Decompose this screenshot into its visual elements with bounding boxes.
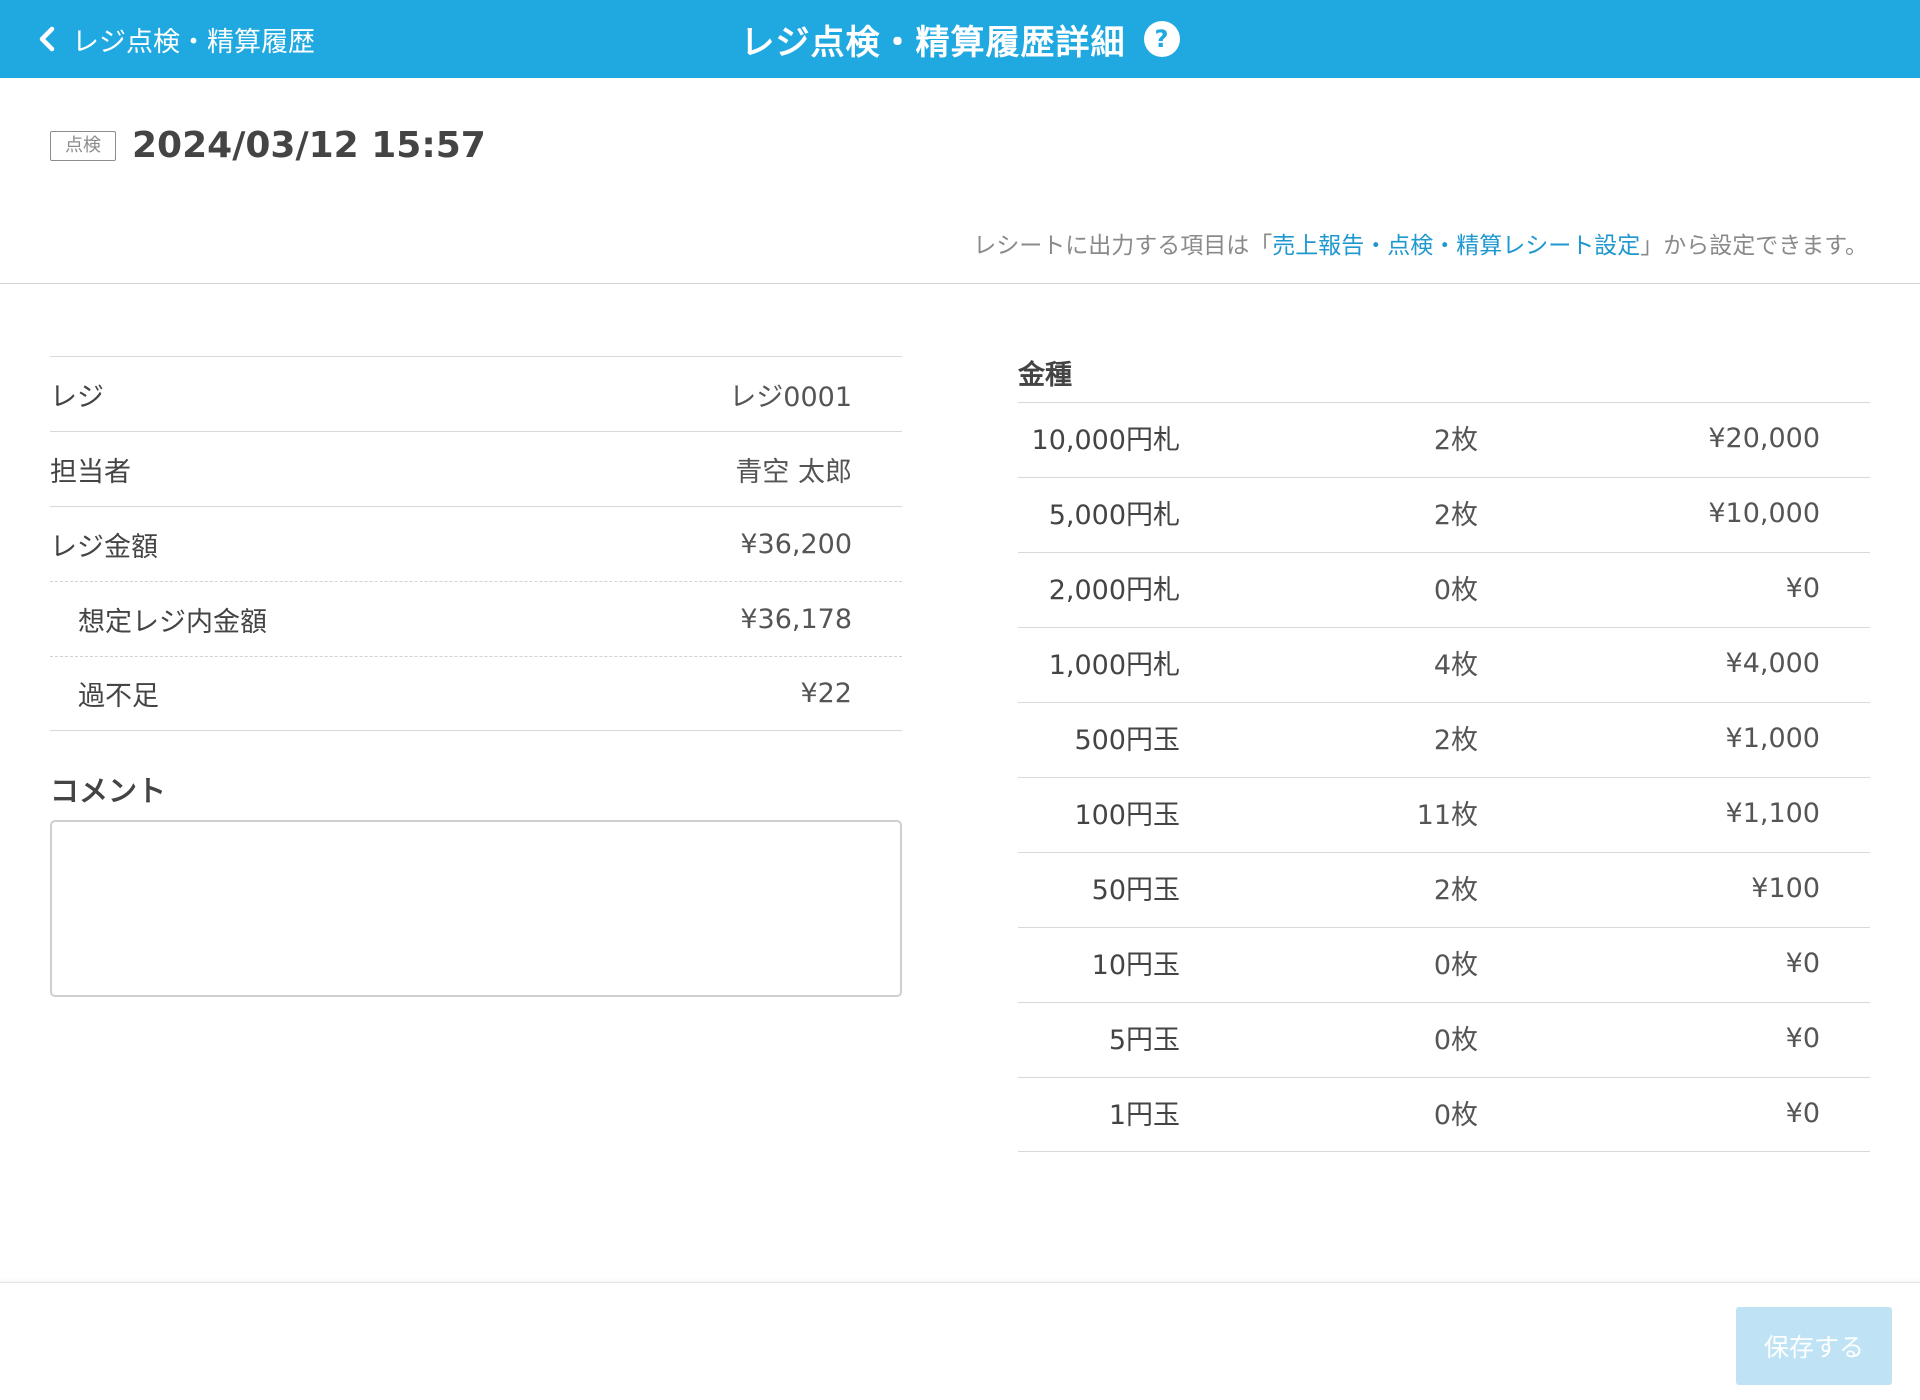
chevron-left-icon xyxy=(39,26,55,52)
info-value: ¥22 xyxy=(800,678,852,709)
denomination-amount: ¥20,000 xyxy=(1708,423,1820,454)
denomination-name: 10,000円札 xyxy=(1031,425,1180,456)
comment-input[interactable] xyxy=(50,820,902,997)
table-row: 500円玉 2枚 ¥1,000 xyxy=(1018,702,1870,777)
receipt-settings-note: レシートに出力する項目は「売上報告・点検・精算レシート設定」から設定できます。 xyxy=(973,226,1868,260)
info-value: 青空 太郎 xyxy=(735,456,852,488)
denomination-name: 1,000円札 xyxy=(1048,650,1180,681)
info-label: 過不足 xyxy=(78,681,159,712)
info-row-difference: 過不足 ¥22 xyxy=(50,656,902,731)
info-value: ¥36,200 xyxy=(740,528,852,560)
denomination-amount: ¥0 xyxy=(1785,573,1820,604)
back-link[interactable]: レジ点検・精算履歴 xyxy=(36,0,315,78)
denomination-amount: ¥10,000 xyxy=(1708,498,1820,529)
denomination-amount: ¥0 xyxy=(1785,1098,1820,1129)
denomination-count: 11枚 xyxy=(1416,800,1478,831)
denomination-amount: ¥4,000 xyxy=(1725,648,1820,679)
denomination-count: 0枚 xyxy=(1433,1025,1478,1056)
receipt-settings-link[interactable]: 売上報告・点検・精算レシート設定 xyxy=(1272,233,1640,259)
back-link-label: レジ点検・精算履歴 xyxy=(72,26,315,58)
info-row-expected-amount: 想定レジ内金額 ¥36,178 xyxy=(50,581,902,656)
denomination-count: 2枚 xyxy=(1433,875,1478,906)
receipt-note-prefix: レシートに出力する項目は「 xyxy=(973,233,1273,259)
table-row: 1円玉 0枚 ¥0 xyxy=(1018,1077,1870,1152)
comment-title: コメント xyxy=(50,774,167,808)
info-label: 想定レジ内金額 xyxy=(78,606,267,638)
info-label: レジ xyxy=(50,381,104,413)
table-row: 5円玉 0枚 ¥0 xyxy=(1018,1002,1870,1077)
denomination-amount: ¥0 xyxy=(1785,948,1820,979)
denomination-amount: ¥0 xyxy=(1785,1023,1820,1054)
denomination-count: 4枚 xyxy=(1433,650,1478,681)
denomination-name: 500円玉 xyxy=(1074,725,1180,756)
denomination-count: 0枚 xyxy=(1433,1100,1478,1131)
help-icon[interactable]: ? xyxy=(1143,21,1180,57)
denomination-name: 5円玉 xyxy=(1108,1025,1180,1056)
table-row: 10,000円札 2枚 ¥20,000 xyxy=(1018,402,1870,477)
denomination-count: 0枚 xyxy=(1433,575,1478,606)
app-root: レジ点検・精算履歴 レジ点検・精算履歴詳細 ? 点検 2024/03/12 15… xyxy=(0,0,1920,1400)
top-bar: レジ点検・精算履歴 レジ点検・精算履歴詳細 ? xyxy=(0,0,1920,78)
table-row: 2,000円札 0枚 ¥0 xyxy=(1018,552,1870,627)
receipt-note-suffix: 」から設定できます。 xyxy=(1640,233,1868,259)
denomination-count: 2枚 xyxy=(1433,425,1478,456)
record-type-badge: 点検 xyxy=(50,130,116,161)
footer-bar: 保存する xyxy=(0,1282,1920,1400)
section-divider xyxy=(0,283,1920,284)
info-row-register-amount: レジ金額 ¥36,200 xyxy=(50,506,902,581)
denomination-name: 10円玉 xyxy=(1091,950,1180,981)
register-info-table: レジ レジ0001 担当者 青空 太郎 レジ金額 ¥36,200 想定レジ内金額… xyxy=(50,356,902,731)
table-row: 100円玉 11枚 ¥1,100 xyxy=(1018,777,1870,852)
info-row-staff: 担当者 青空 太郎 xyxy=(50,431,902,506)
denomination-count: 2枚 xyxy=(1433,725,1478,756)
denomination-table: 10,000円札 2枚 ¥20,000 5,000円札 2枚 ¥10,000 2… xyxy=(1018,402,1870,1152)
info-label: レジ金額 xyxy=(50,531,158,563)
page-title: レジ点検・精算履歴詳細 xyxy=(740,22,1126,63)
denomination-count: 2枚 xyxy=(1433,500,1478,531)
table-row: 10円玉 0枚 ¥0 xyxy=(1018,927,1870,1002)
denomination-count: 0枚 xyxy=(1433,950,1478,981)
denomination-amount: ¥1,000 xyxy=(1725,723,1820,754)
denomination-name: 100円玉 xyxy=(1074,800,1180,831)
record-heading: 点検 2024/03/12 15:57 xyxy=(50,125,486,166)
denomination-name: 1円玉 xyxy=(1108,1100,1180,1131)
denomination-title: 金種 xyxy=(1018,360,1072,391)
denomination-name: 2,000円札 xyxy=(1048,575,1180,606)
info-label: 担当者 xyxy=(50,456,131,488)
table-row: 50円玉 2枚 ¥100 xyxy=(1018,852,1870,927)
info-value: レジ0001 xyxy=(729,381,852,413)
save-button[interactable]: 保存する xyxy=(1736,1307,1892,1385)
record-datetime: 2024/03/12 15:57 xyxy=(132,125,486,166)
info-row-register: レジ レジ0001 xyxy=(50,356,902,431)
denomination-name: 5,000円札 xyxy=(1048,500,1180,531)
denomination-amount: ¥100 xyxy=(1751,873,1820,904)
info-value: ¥36,178 xyxy=(740,603,852,635)
table-row: 5,000円札 2枚 ¥10,000 xyxy=(1018,477,1870,552)
denomination-name: 50円玉 xyxy=(1091,875,1180,906)
denomination-amount: ¥1,100 xyxy=(1725,798,1820,829)
table-row: 1,000円札 4枚 ¥4,000 xyxy=(1018,627,1870,702)
